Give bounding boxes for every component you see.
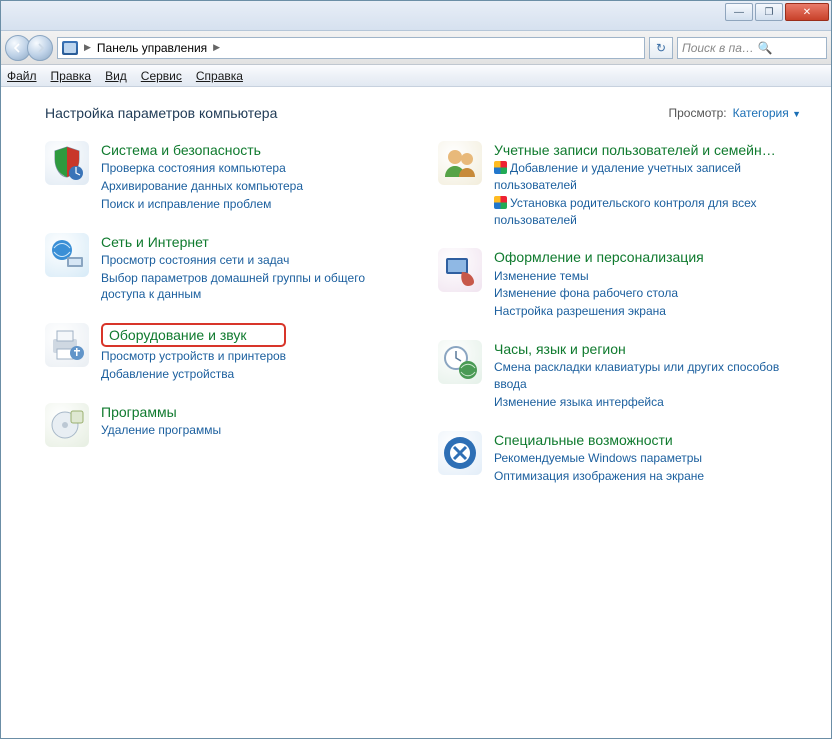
- cat-programs: Программы Удаление программы: [45, 403, 408, 447]
- cat-title-hardware[interactable]: Оборудование и звук: [109, 327, 247, 343]
- clock-icon: [438, 340, 482, 384]
- maximize-button[interactable]: ❐: [755, 3, 783, 21]
- cat-title-network[interactable]: Сеть и Интернет: [101, 233, 408, 251]
- content-header: Настройка параметров компьютера Просмотр…: [45, 105, 801, 121]
- breadcrumb-sep-icon: ▶: [213, 42, 220, 53]
- search-placeholder: Поиск в па…: [682, 41, 754, 55]
- menu-bar: Файл Правка Вид Сервис Справка: [1, 65, 831, 87]
- ease-of-access-icon: [438, 431, 482, 475]
- cat-title-ease[interactable]: Специальные возможности: [494, 431, 704, 449]
- menu-help[interactable]: Справка: [196, 69, 243, 83]
- link-recommended-settings[interactable]: Рекомендуемые Windows параметры: [494, 450, 704, 467]
- view-by: Просмотр: Категория ▼: [668, 106, 801, 120]
- menu-view[interactable]: Вид: [105, 69, 127, 83]
- cat-hardware: Оборудование и звук Просмотр устройств и…: [45, 323, 408, 383]
- refresh-icon: ↻: [656, 41, 666, 55]
- link-add-remove-accounts[interactable]: Добавление и удаление учетных записей по…: [494, 160, 801, 194]
- link-backup[interactable]: Архивирование данных компьютера: [101, 178, 303, 195]
- cat-users: Учетные записи пользователей и семейн… Д…: [438, 141, 801, 228]
- link-devices-printers[interactable]: Просмотр устройств и принтеров: [101, 348, 286, 365]
- link-homegroup[interactable]: Выбор параметров домашней группы и общег…: [101, 270, 408, 304]
- address-bar[interactable]: ▶ Панель управления ▶: [57, 37, 645, 59]
- cat-ease-of-access: Специальные возможности Рекомендуемые Wi…: [438, 431, 801, 485]
- link-add-device[interactable]: Добавление устройства: [101, 366, 286, 383]
- breadcrumb-sep-icon: ▶: [84, 42, 91, 53]
- appearance-icon: [438, 248, 482, 292]
- link-uninstall[interactable]: Удаление программы: [101, 422, 221, 439]
- link-optimize-display[interactable]: Оптимизация изображения на экране: [494, 468, 704, 485]
- menu-tools[interactable]: Сервис: [141, 69, 182, 83]
- link-parental-controls[interactable]: Установка родительского контроля для все…: [494, 195, 801, 229]
- control-panel-icon: [62, 41, 78, 55]
- cat-appearance: Оформление и персонализация Изменение те…: [438, 248, 801, 320]
- page-title: Настройка параметров компьютера: [45, 105, 277, 121]
- category-columns: Система и безопасность Проверка состояни…: [45, 141, 801, 484]
- menu-file[interactable]: Файл: [7, 69, 37, 83]
- cat-title-programs[interactable]: Программы: [101, 403, 221, 421]
- printer-icon: [45, 323, 89, 367]
- chevron-down-icon: ▼: [792, 109, 801, 119]
- close-button[interactable]: ✕: [785, 3, 829, 21]
- view-by-label: Просмотр:: [668, 106, 726, 120]
- users-icon: [438, 141, 482, 185]
- forward-arrow-icon: [35, 43, 45, 53]
- link-check-status[interactable]: Проверка состояния компьютера: [101, 160, 303, 177]
- hardware-highlight: Оборудование и звук: [101, 323, 286, 347]
- control-panel-window: — ❐ ✕ ▶ Панель управления ▶ ↻ Поиск в па…: [0, 0, 832, 739]
- cat-title-clock[interactable]: Часы, язык и регион: [494, 340, 801, 358]
- left-column: Система и безопасность Проверка состояни…: [45, 141, 408, 484]
- nav-buttons: [5, 35, 53, 61]
- link-troubleshoot[interactable]: Поиск и исправление проблем: [101, 196, 303, 213]
- shield-icon: [45, 141, 89, 185]
- link-change-theme[interactable]: Изменение темы: [494, 268, 704, 285]
- search-input[interactable]: Поиск в па… 🔍: [677, 37, 827, 59]
- titlebar: — ❐ ✕: [1, 1, 831, 31]
- link-keyboard-layout[interactable]: Смена раскладки клавиатуры или других сп…: [494, 359, 801, 393]
- link-screen-resolution[interactable]: Настройка разрешения экрана: [494, 303, 704, 320]
- back-arrow-icon: [13, 43, 23, 53]
- nav-row: ▶ Панель управления ▶ ↻ Поиск в па… 🔍: [1, 31, 831, 65]
- view-by-dropdown[interactable]: Категория ▼: [733, 106, 801, 120]
- link-change-wallpaper[interactable]: Изменение фона рабочего стола: [494, 285, 704, 302]
- cat-system-security: Система и безопасность Проверка состояни…: [45, 141, 408, 213]
- content-area: Настройка параметров компьютера Просмотр…: [1, 87, 831, 738]
- cat-clock: Часы, язык и регион Смена раскладки клав…: [438, 340, 801, 411]
- forward-button[interactable]: [27, 35, 53, 61]
- right-column: Учетные записи пользователей и семейн… Д…: [438, 141, 801, 484]
- cat-title-users[interactable]: Учетные записи пользователей и семейн…: [494, 141, 801, 159]
- network-icon: [45, 233, 89, 277]
- refresh-button[interactable]: ↻: [649, 37, 673, 59]
- menu-edit[interactable]: Правка: [51, 69, 92, 83]
- cat-title-security[interactable]: Система и безопасность: [101, 141, 303, 159]
- cat-title-appearance[interactable]: Оформление и персонализация: [494, 248, 704, 266]
- programs-icon: [45, 403, 89, 447]
- link-network-status[interactable]: Просмотр состояния сети и задач: [101, 252, 408, 269]
- minimize-button[interactable]: —: [725, 3, 753, 21]
- link-ui-language[interactable]: Изменение языка интерфейса: [494, 394, 801, 411]
- breadcrumb-root[interactable]: Панель управления: [97, 41, 207, 55]
- search-icon: 🔍: [758, 41, 773, 55]
- cat-network: Сеть и Интернет Просмотр состояния сети …: [45, 233, 408, 304]
